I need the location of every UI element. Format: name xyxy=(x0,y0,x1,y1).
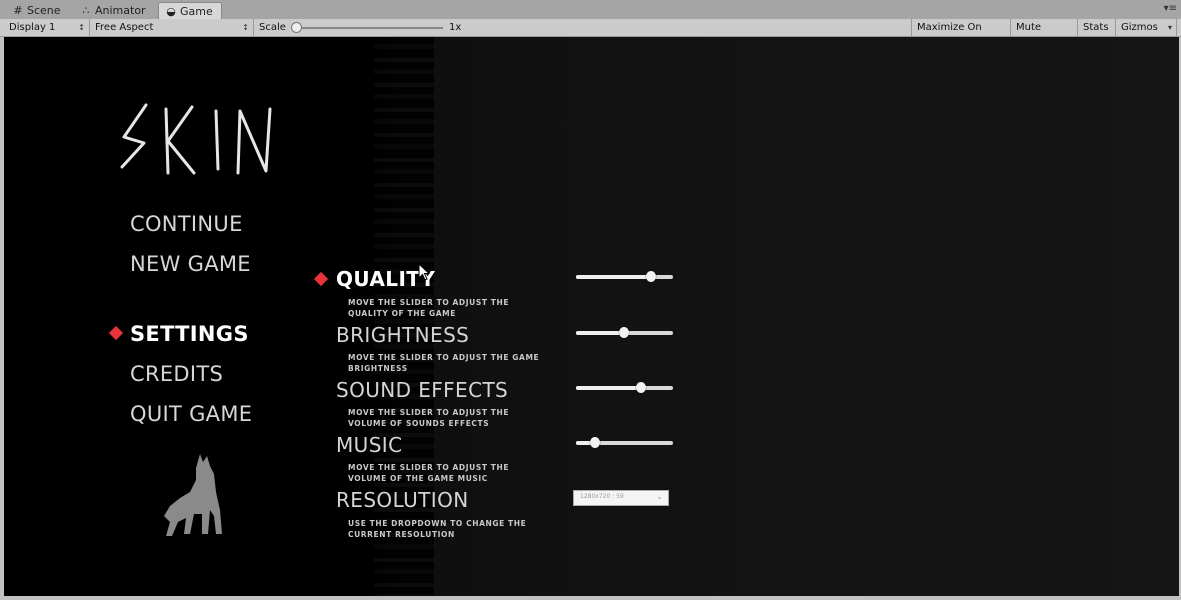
setting-brightness-title: BRIGHTNESS xyxy=(336,323,470,347)
mouse-cursor-icon xyxy=(418,263,430,281)
menu-continue[interactable]: CONTINUE xyxy=(130,212,243,236)
setting-quality-desc: MOVE THE SLIDER TO ADJUST THE QUALITY OF… xyxy=(348,298,510,318)
tab-menu-icon[interactable]: ▾≡ xyxy=(1164,3,1177,14)
slider-fill xyxy=(576,331,624,335)
slider-handle[interactable] xyxy=(590,437,601,448)
maximize-on-play-toggle[interactable]: Maximize On Play xyxy=(912,19,1011,50)
animator-icon: ∴ xyxy=(82,4,90,17)
tab-game[interactable]: ◒ Game xyxy=(158,2,222,20)
music-slider[interactable] xyxy=(576,436,673,450)
updown-arrow-icon: ↕ xyxy=(242,23,249,32)
setting-sound-effects-title: SOUND EFFECTS xyxy=(336,378,509,402)
slider-fill xyxy=(576,275,651,279)
wolf-icon xyxy=(164,454,222,536)
quality-slider[interactable] xyxy=(576,270,673,284)
scale-slider-handle[interactable] xyxy=(291,22,302,33)
display-select[interactable]: Display 1 ↕ xyxy=(4,19,90,36)
slider-handle[interactable] xyxy=(635,382,646,393)
game-view-toolbar: Display 1 ↕ Free Aspect ↕ Scale 1x Maximiz… xyxy=(0,19,1181,50)
menu-quit-game[interactable]: QUIT GAME xyxy=(130,402,252,426)
tab-animator[interactable]: ∴ Animator xyxy=(74,2,154,19)
sound-effects-slider[interactable] xyxy=(576,381,673,395)
stats-toggle[interactable]: Stats xyxy=(1078,19,1116,36)
chevron-down-icon: ⌄ xyxy=(656,492,663,501)
slider-handle[interactable] xyxy=(645,271,656,282)
skin-logo xyxy=(120,103,272,175)
setting-sound-effects-desc: MOVE THE SLIDER TO ADJUST THE VOLUME OF … xyxy=(348,408,510,428)
aspect-select[interactable]: Free Aspect ↕ xyxy=(90,19,254,36)
slider-handle[interactable] xyxy=(618,327,629,338)
setting-brightness-desc: MOVE THE SLIDER TO ADJUST THE GAME BRIGH… xyxy=(348,353,540,373)
mute-audio-toggle[interactable]: Mute Audio xyxy=(1011,19,1078,50)
setting-music-desc: MOVE THE SLIDER TO ADJUST THE VOLUME OF … xyxy=(348,463,510,483)
menu-new-game[interactable]: NEW GAME xyxy=(130,252,251,276)
game-view: CONTINUE NEW GAME SETTINGS CREDITS QUIT … xyxy=(4,37,1179,596)
gizmos-button[interactable]: Gizmos ▾ xyxy=(1116,19,1177,36)
selected-diamond-icon xyxy=(313,271,329,287)
updown-arrow-icon: ↕ xyxy=(78,23,85,32)
setting-resolution-desc: USE THE DROPDOWN TO CHANGE THE CURRENT R… xyxy=(348,519,527,539)
setting-resolution-title: RESOLUTION xyxy=(336,488,469,512)
game-icon: ◒ xyxy=(166,5,176,18)
slider-fill xyxy=(576,386,641,390)
resolution-dropdown[interactable]: 1280x720 : 59 ⌄ xyxy=(573,490,669,506)
menu-settings[interactable]: SETTINGS xyxy=(130,322,249,346)
menu-credits[interactable]: CREDITS xyxy=(130,362,223,386)
brightness-slider[interactable] xyxy=(576,326,673,340)
editor-tab-bar: # Scene ∴ Animator ◒ Game ▾≡ xyxy=(0,0,1181,20)
dropdown-arrow-icon: ▾ xyxy=(1167,23,1172,32)
grid-icon: # xyxy=(13,4,23,17)
scale-slider-track[interactable] xyxy=(295,27,443,29)
setting-music-title: MUSIC xyxy=(336,433,403,457)
selected-diamond-icon xyxy=(108,325,124,341)
tab-scene[interactable]: # Scene xyxy=(6,2,69,19)
